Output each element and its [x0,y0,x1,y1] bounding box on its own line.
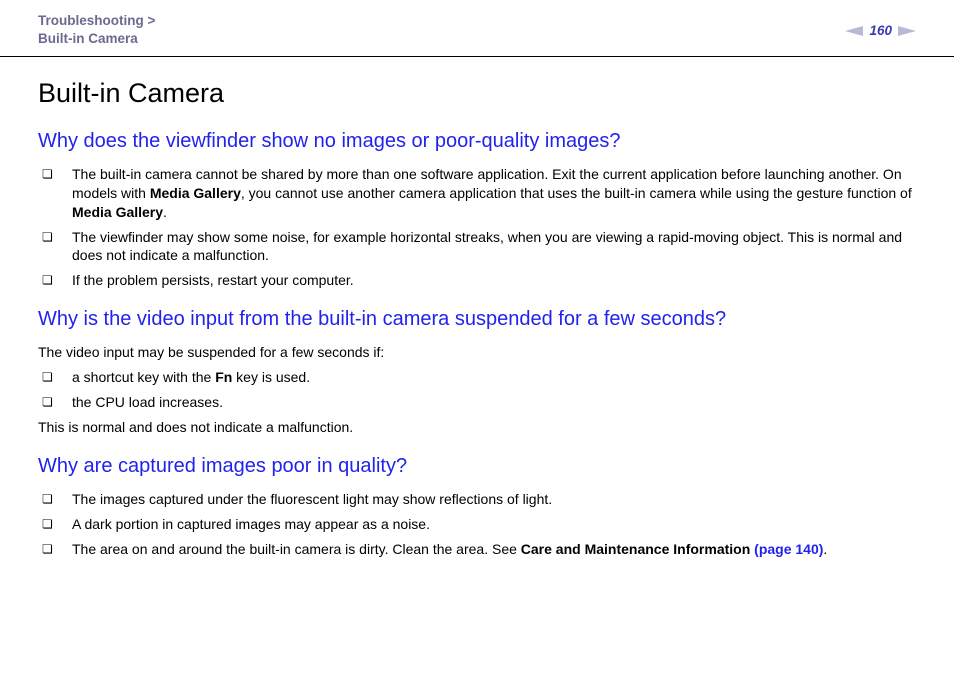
paragraph: This is normal and does not indicate a m… [38,418,916,437]
page-header: Troubleshooting > Built-in Camera 160 [0,0,954,57]
list-item: the CPU load increases. [60,393,916,412]
page-content: Built-in Camera Why does the viewfinder … [0,57,954,558]
section-heading: Why does the viewfinder show no images o… [38,128,916,155]
section-heading: Why is the video input from the built-in… [38,306,916,333]
list-item: The built-in camera cannot be shared by … [60,165,916,222]
paragraph: The video input may be suspended for a f… [38,343,916,362]
next-page-arrow-icon[interactable] [898,26,916,36]
page-title: Built-in Camera [38,75,916,111]
page-number-nav: 160 [845,22,916,40]
page-number: 160 [869,22,892,40]
bullet-list: a shortcut key with the Fn key is used. … [38,368,916,412]
list-item: A dark portion in captured images may ap… [60,515,916,534]
list-item: If the problem persists, restart your co… [60,271,916,290]
prev-page-arrow-icon[interactable] [845,26,863,36]
bullet-list: The images captured under the fluorescen… [38,490,916,559]
breadcrumb: Troubleshooting > Built-in Camera [38,12,155,48]
page-link[interactable]: (page 140) [754,541,823,557]
breadcrumb-section: Troubleshooting [38,13,144,28]
section-heading: Why are captured images poor in quality? [38,453,916,480]
bullet-list: The built-in camera cannot be shared by … [38,165,916,290]
list-item: The images captured under the fluorescen… [60,490,916,509]
list-item: The viewfinder may show some noise, for … [60,228,916,266]
breadcrumb-separator: > [148,13,156,28]
list-item: The area on and around the built-in came… [60,540,916,559]
list-item: a shortcut key with the Fn key is used. [60,368,916,387]
breadcrumb-page: Built-in Camera [38,31,138,46]
